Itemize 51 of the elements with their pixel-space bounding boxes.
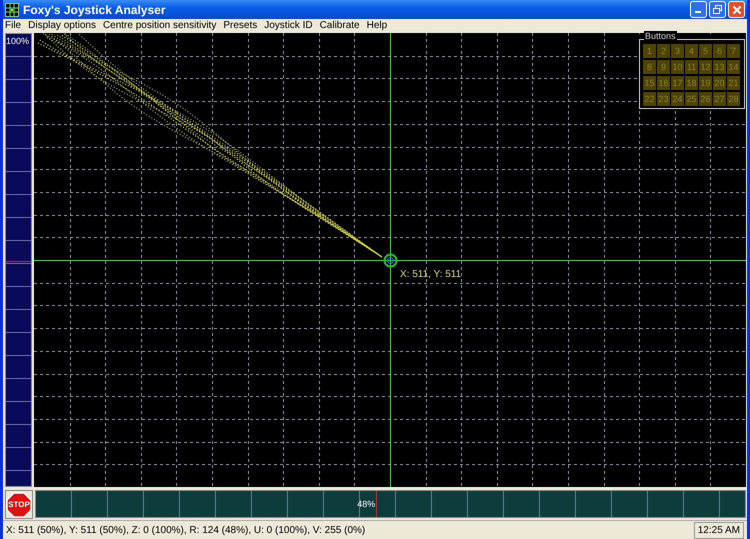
joystick-button-indicator: 16 (657, 76, 670, 90)
joystick-button-indicator: 15 (643, 76, 656, 90)
joystick-button-indicator: 26 (699, 92, 712, 106)
joystick-button-indicator: 27 (713, 92, 726, 106)
position-label: X: 511, Y: 511 (400, 269, 462, 280)
throttle-reading: 100% (6, 36, 29, 46)
menu-item[interactable]: Presets (223, 20, 258, 31)
joystick-button-indicator: 17 (671, 76, 684, 90)
clock: 12:25 AM (694, 522, 744, 538)
joystick-button-indicator: 10 (671, 60, 684, 74)
joystick-button-indicator: 6 (713, 44, 726, 58)
menu-item[interactable]: Help (366, 20, 388, 31)
window-title: Foxy's Joystick Analyser (23, 2, 166, 16)
joystick-button-indicator: 23 (657, 92, 670, 106)
joystick-button-indicator: 19 (699, 76, 712, 90)
menu-item[interactable]: Joystick ID (264, 20, 313, 31)
joystick-button-indicator: 9 (657, 60, 670, 74)
menu-item[interactable]: Calibrate (320, 20, 360, 31)
joystick-button-indicator: 2 (657, 44, 670, 58)
rudder-reading: 48% (357, 499, 376, 509)
joystick-button-indicator: 12 (699, 60, 712, 74)
menu-item[interactable]: Centre position sensitivity (102, 20, 216, 31)
joystick-button-indicator: 21 (727, 76, 740, 90)
axis-readout: X: 511 (50%), Y: 511 (50%), Z: 0 (100%), R: 124 (48%), U: 0 (100%), V: 255 (0%) (6, 524, 366, 536)
crosshair-icon (384, 254, 398, 268)
joystick-button-indicator: 11 (685, 60, 698, 74)
joystick-button-indicator: 18 (685, 76, 698, 90)
joystick-button-indicator: 1 (643, 44, 656, 58)
joystick-button-indicator: 28 (727, 92, 740, 106)
joystick-button-indicator: 22 (643, 92, 656, 106)
joystick-button-indicator: 3 (671, 44, 684, 58)
joystick-button-indicator: 5 (699, 44, 712, 58)
restore-button[interactable] (709, 1, 726, 18)
panel-title: Buttons (644, 31, 677, 41)
grid-icon (5, 2, 19, 16)
menu-item[interactable]: File (5, 20, 22, 31)
minimize-button[interactable] (690, 1, 707, 18)
joystick-button-indicator: 25 (685, 92, 698, 106)
joystick-button-indicator: 14 (727, 60, 740, 74)
stop-button[interactable]: STOP (5, 490, 33, 519)
joystick-button-indicator: 4 (685, 44, 698, 58)
joystick-button-indicator: 24 (671, 92, 684, 106)
centre-marker (6, 261, 31, 262)
close-icon (732, 4, 742, 14)
joystick-button-indicator: 20 (713, 76, 726, 90)
joystick-button-indicator: 8 (643, 60, 656, 74)
restore-icon (712, 4, 723, 15)
joystick-button-indicator: 13 (713, 60, 726, 74)
menu-item[interactable]: Display options (28, 20, 96, 31)
joystick-button-indicator: 7 (727, 44, 740, 58)
close-button[interactable] (728, 1, 745, 18)
